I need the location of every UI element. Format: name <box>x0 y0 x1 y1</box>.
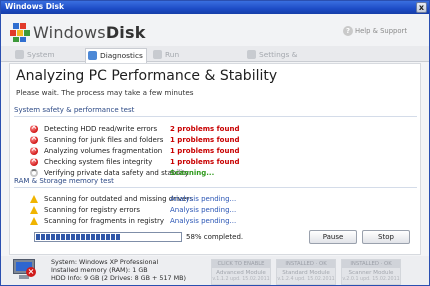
test-result: Analysis pending... <box>170 195 237 203</box>
warning-icon <box>30 217 38 225</box>
list-item: Checking system files integrity 1 problem… <box>30 155 410 168</box>
error-icon <box>30 144 38 155</box>
list-item: Scanning for junk files and folders 1 pro… <box>30 133 410 146</box>
pause-button[interactable]: Pause <box>309 230 357 244</box>
test-result: 1 problems found <box>170 136 240 144</box>
status-footer: × System: Windows XP Professional Instal… <box>1 256 429 285</box>
module-advanced[interactable]: CLICK TO ENABLE Advanced Module v.1.1.2 … <box>211 259 271 285</box>
test-label: Scanning for junk files and folders <box>44 136 164 144</box>
module-version: v.1.1.2 upd. 15.02.2011 <box>212 277 270 282</box>
test-label: Checking system files integrity <box>44 158 153 166</box>
module-caption: INSTALLED · OK <box>277 260 335 268</box>
tab-run-defragmentation[interactable]: Run Defragmentation <box>151 48 239 72</box>
scan-progress-bar <box>34 232 182 242</box>
test-result: Analysis pending... <box>170 206 237 214</box>
list-item: Detecting HDD read/write errors 2 problem… <box>30 122 410 135</box>
test-label: Analyzing volumes fragmentation <box>44 147 163 155</box>
module-scanner: INSTALLED · OK Scanner Module v.2.0.1 up… <box>341 259 401 285</box>
module-standard: INSTALLED · OK Standard Module v.1.2.4 u… <box>276 259 336 285</box>
test-label: Scanning for registry errors <box>44 206 141 214</box>
tab-diagnostics[interactable]: Diagnostics <box>85 48 147 63</box>
module-version: v.1.2.4 upd. 15.02.2011 <box>277 277 335 282</box>
page-subtitle: Please wait. The process may take a few … <box>16 88 194 97</box>
computer-error-icon: × <box>13 259 37 281</box>
test-label: Scanning for fragments in registry <box>44 217 165 225</box>
module-version: v.2.0.1 upd. 15.02.2011 <box>342 277 400 282</box>
close-button[interactable]: x <box>416 2 427 13</box>
section-header-memory: RAM & Storage memory test <box>14 177 417 188</box>
brand-prefix: Windows <box>33 23 106 42</box>
module-name: Standard Module <box>282 270 330 276</box>
help-link[interactable]: ? Help & Support <box>343 26 407 36</box>
nav-tabs: System Status Diagnostics Run Defragment… <box>1 46 429 72</box>
tab-system-status[interactable]: System Status <box>13 48 79 72</box>
app-header: WindowsDisk ? Help & Support <box>1 14 429 46</box>
brand-bold: Disk <box>105 23 146 42</box>
settings-icon <box>247 50 256 59</box>
tab-label: Diagnostics <box>100 51 143 60</box>
system-os: System: Windows XP Professional <box>51 258 159 266</box>
tab-settings-options[interactable]: Settings & Options <box>245 48 325 72</box>
test-result: Scanning... <box>170 169 215 177</box>
help-icon: ? <box>343 26 353 36</box>
diagnostics-icon <box>88 51 97 60</box>
test-label: Verifying private data safety and stabil… <box>44 169 189 177</box>
help-label: Help & Support <box>355 27 407 35</box>
test-result: 1 problems found <box>170 147 240 155</box>
system-hdd: HDD Info: 9 GB (2 Drives: 8 GB + 517 MB) <box>51 274 187 283</box>
module-name: Advanced Module <box>216 270 266 276</box>
progress-label: 58% completed. <box>186 233 244 241</box>
title-bar[interactable]: Windows Disk x <box>1 1 429 14</box>
test-result: 2 problems found <box>170 125 240 133</box>
list-item: Scanning for fragments in registry Analys… <box>30 217 410 227</box>
spinner-icon <box>30 169 38 177</box>
brand-name: WindowsDisk <box>33 23 146 42</box>
error-icon <box>30 155 38 166</box>
system-info: System: Windows XP Professional Installe… <box>51 258 186 283</box>
stop-button[interactable]: Stop <box>362 230 410 244</box>
system-memory: Installed memory (RAM): 1 GB <box>51 266 148 275</box>
list-item: Analyzing volumes fragmentation 1 problem… <box>30 144 410 157</box>
window-title: Windows Disk <box>5 2 64 11</box>
progress-track <box>36 234 180 240</box>
test-label: Detecting HDD read/write errors <box>44 125 158 133</box>
diagnostics-panel: Analyzing PC Performance & Stability Ple… <box>9 63 421 255</box>
module-caption: CLICK TO ENABLE <box>212 260 270 268</box>
error-badge-icon: × <box>26 267 36 277</box>
list-item: Scanning for outdated and missing driver… <box>30 195 410 205</box>
test-result: Analysis pending... <box>170 217 237 225</box>
warning-icon <box>30 195 38 203</box>
error-icon <box>30 133 38 144</box>
test-result: 1 problems found <box>170 158 240 166</box>
module-name: Scanner Module <box>348 270 394 276</box>
error-icon <box>30 122 38 133</box>
app-window: Windows Disk x WindowsDisk ? Help & Suppo… <box>0 0 430 286</box>
progress-fill <box>36 234 120 240</box>
defrag-icon <box>153 50 162 59</box>
section-header-safety: System safety & performance test <box>14 106 417 117</box>
cubes-logo-icon <box>10 23 30 42</box>
page-title: Analyzing PC Performance & Stability <box>16 68 278 84</box>
list-item: Scanning for registry errors Analysis pen… <box>30 206 410 216</box>
monitor-icon <box>15 50 24 59</box>
warning-icon <box>30 206 38 214</box>
module-caption: INSTALLED · OK <box>342 260 400 268</box>
